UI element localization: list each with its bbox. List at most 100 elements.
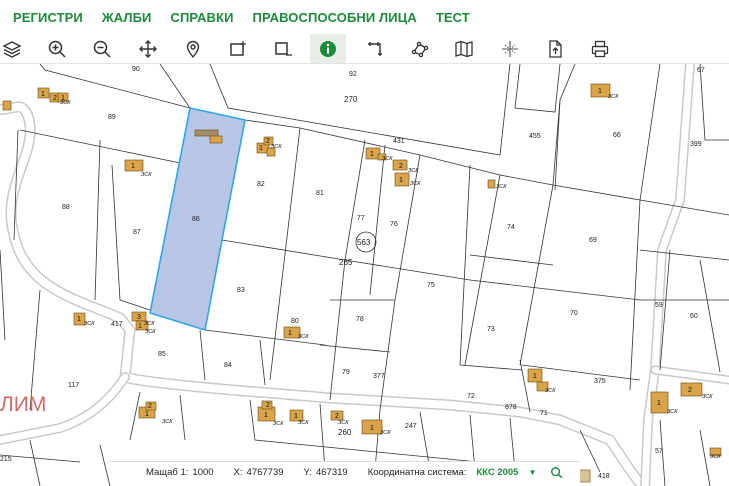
svg-text:75: 75 bbox=[427, 282, 435, 289]
map-button[interactable] bbox=[446, 34, 482, 63]
layers-icon bbox=[2, 40, 22, 58]
svg-text:1: 1 bbox=[131, 163, 135, 170]
deselect-rectangle-icon bbox=[275, 41, 292, 56]
svg-text:ЗСК: ЗСК bbox=[710, 454, 721, 460]
svg-text:ЗСК: ЗСК bbox=[84, 321, 95, 327]
svg-text:2: 2 bbox=[266, 402, 270, 409]
location-pin-icon bbox=[186, 40, 200, 58]
chevron-down-icon[interactable]: ▼ bbox=[528, 468, 536, 477]
svg-text:ЗСК: ЗСК bbox=[298, 334, 309, 340]
map-toolbar bbox=[0, 34, 729, 64]
deselect-rectangle-button[interactable] bbox=[265, 34, 301, 63]
svg-text:89: 89 bbox=[108, 114, 116, 121]
svg-text:418: 418 bbox=[598, 473, 610, 480]
svg-text:ЗСК: ЗСК bbox=[382, 156, 393, 162]
svg-text:71: 71 bbox=[540, 410, 548, 417]
scale-value[interactable]: 1000 bbox=[192, 467, 213, 478]
svg-text:ЗСК: ЗСК bbox=[145, 329, 156, 335]
svg-text:ЗСК: ЗСК bbox=[410, 181, 421, 187]
svg-text:69: 69 bbox=[589, 237, 597, 244]
svg-text:ЗСК: ЗСК bbox=[408, 168, 419, 174]
svg-text:1: 1 bbox=[77, 316, 81, 323]
svg-text:ЗСК: ЗСК bbox=[273, 421, 284, 427]
pan-button[interactable] bbox=[130, 34, 166, 63]
svg-text:2: 2 bbox=[335, 413, 339, 420]
svg-text:260: 260 bbox=[338, 428, 352, 437]
pan-icon bbox=[139, 39, 157, 58]
menu-item-registers[interactable]: РЕГИСТРИ bbox=[13, 10, 83, 25]
svg-text:1: 1 bbox=[41, 91, 45, 98]
svg-text:ЗСК: ЗСК bbox=[60, 100, 71, 106]
location-button[interactable] bbox=[175, 34, 211, 63]
svg-text:88: 88 bbox=[62, 204, 70, 211]
svg-text:83: 83 bbox=[237, 287, 245, 294]
svg-text:87: 87 bbox=[133, 229, 141, 236]
svg-text:ЗСК: ЗСК bbox=[141, 172, 152, 178]
menu-item-licensed-persons[interactable]: ПРАВОСПОСОБНИ ЛИЦА bbox=[253, 10, 417, 25]
svg-text:ЗСК: ЗСК bbox=[702, 394, 713, 400]
svg-text:1: 1 bbox=[294, 413, 298, 420]
svg-text:57: 57 bbox=[655, 448, 663, 455]
svg-text:1: 1 bbox=[533, 373, 537, 380]
x-coordinate-value: 4767739 bbox=[246, 467, 284, 478]
svg-text:2: 2 bbox=[148, 403, 152, 410]
svg-text:3: 3 bbox=[137, 314, 141, 321]
svg-text:2: 2 bbox=[399, 163, 403, 170]
print-icon bbox=[591, 40, 609, 57]
svg-text:1: 1 bbox=[145, 411, 149, 418]
coordinates-icon bbox=[502, 40, 518, 57]
svg-text:ЗСК: ЗСК bbox=[298, 420, 309, 426]
svg-text:72: 72 bbox=[467, 393, 475, 400]
layers-button[interactable] bbox=[0, 34, 30, 63]
svg-text:265: 265 bbox=[339, 258, 353, 267]
zoom-in-icon bbox=[48, 40, 66, 58]
svg-text:ЗСК: ЗСК bbox=[380, 430, 391, 436]
svg-text:67: 67 bbox=[697, 67, 705, 74]
svg-text:ЗСК: ЗСК bbox=[608, 94, 619, 100]
select-rectangle-button[interactable] bbox=[220, 34, 256, 63]
svg-text:563: 563 bbox=[357, 238, 371, 247]
info-icon bbox=[320, 40, 336, 57]
search-icon[interactable] bbox=[550, 466, 564, 480]
svg-text:878: 878 bbox=[505, 404, 517, 411]
svg-text:455: 455 bbox=[529, 133, 541, 140]
print-button[interactable] bbox=[582, 34, 618, 63]
info-button[interactable] bbox=[310, 34, 346, 63]
zoom-in-button[interactable] bbox=[39, 34, 75, 63]
svg-text:1: 1 bbox=[264, 412, 268, 419]
measure-distance-icon bbox=[368, 41, 382, 56]
menu-item-test[interactable]: ТЕСТ bbox=[436, 10, 470, 25]
svg-text:1: 1 bbox=[370, 425, 374, 432]
parcel-numbers: 90 92 270 89 431 455 66 399 67 88 86 82 … bbox=[0, 66, 705, 480]
svg-text:1: 1 bbox=[138, 323, 142, 330]
svg-text:82: 82 bbox=[257, 181, 265, 188]
svg-text:77: 77 bbox=[357, 215, 365, 222]
svg-text:2: 2 bbox=[266, 138, 270, 145]
svg-text:66: 66 bbox=[613, 132, 621, 139]
svg-text:79: 79 bbox=[342, 369, 350, 376]
svg-text:ЗСК: ЗСК bbox=[338, 420, 349, 426]
svg-text:1: 1 bbox=[259, 145, 263, 152]
svg-text:70: 70 bbox=[570, 310, 578, 317]
svg-text:399: 399 bbox=[690, 141, 702, 148]
crs-select[interactable]: ККС 2005 bbox=[476, 467, 518, 478]
export-button[interactable] bbox=[537, 34, 573, 63]
measure-distance-button[interactable] bbox=[357, 34, 393, 63]
svg-text:90: 90 bbox=[132, 66, 140, 73]
svg-text:1: 1 bbox=[657, 400, 661, 407]
cadastre-app: РЕГИСТРИ ЖАЛБИ СПРАВКИ ПРАВОСПОСОБНИ ЛИЦ… bbox=[0, 0, 729, 486]
svg-text:417: 417 bbox=[111, 321, 123, 328]
svg-text:377: 377 bbox=[373, 373, 385, 380]
coordinates-button[interactable] bbox=[492, 34, 528, 63]
zoom-out-button[interactable] bbox=[84, 34, 120, 63]
menu-item-references[interactable]: СПРАВКИ bbox=[171, 10, 234, 25]
svg-text:74: 74 bbox=[507, 224, 515, 231]
svg-text:85: 85 bbox=[158, 351, 166, 358]
measure-area-button[interactable] bbox=[402, 34, 438, 63]
svg-text:92: 92 bbox=[349, 71, 357, 78]
menu-item-complaints[interactable]: ЖАЛБИ bbox=[102, 10, 152, 25]
cadastral-map[interactable]: 1 2 1 1 2 1 1 2 1 1 1 3 1 1 1 2 1 1 2 1 bbox=[0, 64, 729, 486]
svg-text:ЗСК: ЗСК bbox=[667, 409, 678, 415]
svg-text:247: 247 bbox=[405, 423, 417, 430]
map-icon bbox=[455, 40, 473, 57]
